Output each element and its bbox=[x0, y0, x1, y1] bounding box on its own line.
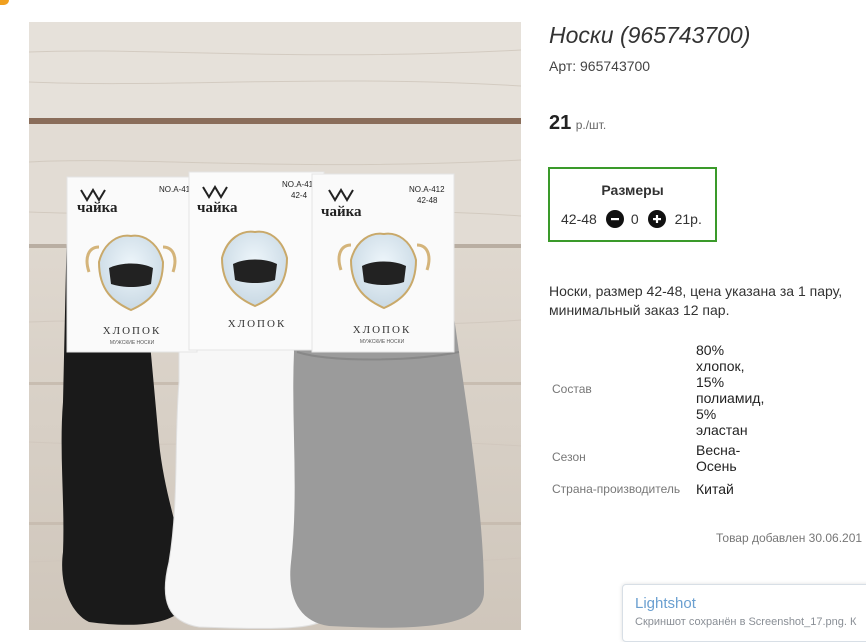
spec-line: 80% bbox=[696, 342, 725, 358]
price-value: 21 bbox=[549, 112, 572, 134]
photo-product-word-2: ХЛОПОК bbox=[228, 318, 287, 330]
size-label: 42-48 bbox=[561, 211, 597, 227]
size-price: 21р. bbox=[674, 211, 702, 227]
spec-line: полиамид, bbox=[696, 390, 765, 406]
photo-size-partial: 42-4 bbox=[291, 191, 308, 200]
top-left-indicator bbox=[0, 0, 9, 5]
notification-message: Скриншот сохранён в Screenshot_17.png. К bbox=[635, 616, 857, 628]
spec-label-composition: Состав bbox=[552, 382, 592, 396]
lightshot-notification[interactable]: Lightshot Скриншот сохранён в Screenshot… bbox=[622, 584, 866, 642]
photo-model-3: NO.A-412 bbox=[409, 185, 445, 194]
product-photo[interactable]: чайка NO.A-412 ХЛОПОК МУЖСКИЕ НОСКИ чайк… bbox=[29, 22, 521, 630]
sizes-title: Размеры bbox=[601, 182, 664, 198]
spec-line: эластан bbox=[696, 422, 748, 438]
photo-product-word: ХЛОПОК bbox=[103, 325, 162, 337]
product-sku: Арт: 965743700 bbox=[549, 58, 651, 74]
photo-sub-word: МУЖСКИЕ НОСКИ bbox=[110, 340, 155, 346]
spec-label-country: Страна-производитель bbox=[552, 482, 681, 496]
spec-line: 5% bbox=[696, 406, 717, 422]
product-description: Носки, размер 42-48, цена указана за 1 п… bbox=[549, 283, 843, 318]
photo-brand-text-3: чайка bbox=[321, 204, 362, 220]
photo-brand-text: чайка bbox=[77, 200, 118, 216]
photo-product-word-3: ХЛОПОК bbox=[353, 324, 412, 336]
sizes-panel: Размеры 42-48 0 21р. bbox=[548, 167, 717, 242]
spec-value-season: Весна- Осень bbox=[696, 442, 786, 474]
price-unit: р./шт. bbox=[575, 118, 607, 132]
photo-size-3: 42-48 bbox=[417, 196, 438, 205]
notification-title: Lightshot bbox=[635, 595, 696, 612]
spec-value-country: Китай bbox=[696, 481, 786, 497]
spec-line: Китай bbox=[696, 481, 734, 497]
spec-line: Весна- bbox=[696, 442, 741, 458]
spec-value-composition: 80% хлопок, 15% полиамид, 5% эластан bbox=[696, 342, 786, 438]
quantity-value[interactable]: 0 bbox=[631, 211, 639, 227]
photo-model-partial: NO.A-41 bbox=[282, 180, 314, 189]
spec-line: Осень bbox=[696, 458, 737, 474]
increase-quantity-button[interactable] bbox=[647, 210, 666, 228]
photo-brand-text-2: чайка bbox=[197, 200, 238, 216]
product-price: 21 р./шт. bbox=[549, 112, 606, 135]
spec-label-season: Сезон bbox=[552, 450, 586, 464]
product-photo-image: чайка NO.A-412 ХЛОПОК МУЖСКИЕ НОСКИ чайк… bbox=[29, 22, 521, 630]
spec-line: 15% bbox=[696, 374, 725, 390]
minus-icon bbox=[610, 218, 619, 221]
added-date-text: Товар добавлен 30.06.201 bbox=[716, 531, 863, 545]
spec-line: хлопок, bbox=[696, 358, 745, 374]
product-title: Носки (965743700) bbox=[549, 22, 751, 48]
photo-sub-word-3: МУЖСКИЕ НОСКИ bbox=[360, 339, 405, 345]
size-row: 42-48 0 21р. bbox=[561, 210, 702, 228]
decrease-quantity-button[interactable] bbox=[605, 210, 624, 228]
plus-icon bbox=[652, 215, 661, 223]
